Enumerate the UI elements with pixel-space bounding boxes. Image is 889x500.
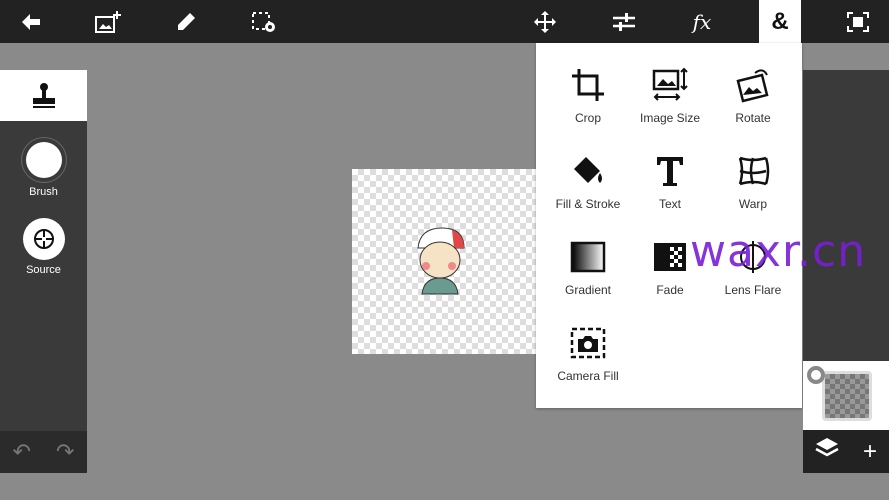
crosshair-icon [22, 218, 65, 260]
layer-thumbnail[interactable] [822, 371, 872, 421]
top-toolbar: fx & [0, 0, 889, 43]
source-label: Source [26, 264, 61, 276]
redo-icon[interactable]: ↷ [56, 439, 74, 465]
fade-icon [654, 243, 686, 271]
menu-item-text[interactable]: Text [626, 129, 714, 215]
menu-item-warp[interactable]: Warp [709, 129, 797, 215]
plus-icon[interactable]: + [863, 438, 877, 466]
undo-icon[interactable]: ↶ [13, 439, 31, 465]
gradient-icon [570, 241, 606, 273]
menu-item-label: Rotate [735, 111, 771, 125]
layer-visibility-ring-icon[interactable] [807, 366, 825, 384]
adjustments-icon[interactable] [602, 0, 646, 43]
menu-item-gradient[interactable]: Gradient [544, 215, 632, 301]
source-button[interactable]: Source [0, 218, 87, 276]
menu-item-label: Fill & Stroke [555, 197, 621, 211]
add-image-icon[interactable] [86, 0, 130, 43]
menu-item-label: Gradient [564, 283, 612, 297]
crop-icon [572, 69, 604, 101]
menu-item-label: Lens Flare [724, 283, 782, 297]
menu-item-camera-fill[interactable]: Camera Fill [544, 301, 632, 387]
menu-item-crop[interactable]: Crop [544, 43, 632, 129]
rotate-icon [736, 69, 769, 103]
pencil-icon[interactable] [164, 0, 208, 43]
menu-item-label: Camera Fill [557, 369, 619, 383]
brush-label: Brush [29, 186, 58, 198]
left-tool-panel: Brush Source ↶ ↷ [0, 70, 87, 473]
move-icon[interactable] [523, 0, 567, 43]
sticker-image [417, 227, 465, 295]
image-canvas[interactable] [352, 169, 542, 354]
layer-row[interactable] [803, 361, 889, 430]
fullscreen-icon[interactable] [836, 0, 880, 43]
menu-item-label: Text [658, 197, 681, 211]
fill-bucket-icon [574, 157, 602, 183]
undo-redo-bar: ↶ ↷ [0, 431, 87, 473]
ampersand-icon[interactable]: & [759, 0, 801, 43]
menu-item-fill-stroke[interactable]: Fill & Stroke [544, 129, 632, 215]
watermark: waxr.cn [690, 226, 867, 277]
brush-button[interactable]: Brush [0, 142, 87, 198]
fx-icon[interactable]: fx [680, 0, 724, 43]
camera-fill-icon [570, 327, 606, 359]
menu-item-image-size[interactable]: Image Size [626, 43, 714, 129]
selection-settings-icon[interactable] [242, 0, 286, 43]
layers-icon[interactable] [815, 437, 839, 466]
stamp-icon[interactable] [0, 70, 87, 121]
back-arrow-icon[interactable] [9, 0, 53, 43]
menu-item-rotate[interactable]: Rotate [709, 43, 797, 129]
menu-item-label: Warp [738, 197, 768, 211]
warp-icon [738, 156, 770, 186]
brush-circle-icon [25, 142, 62, 178]
menu-item-label: Crop [574, 111, 601, 125]
menu-item-label: Image Size [639, 111, 701, 125]
layers-toolbar: + [803, 430, 889, 473]
text-icon [657, 157, 683, 186]
image-size-icon [652, 67, 688, 101]
menu-item-label: Fade [656, 283, 684, 297]
